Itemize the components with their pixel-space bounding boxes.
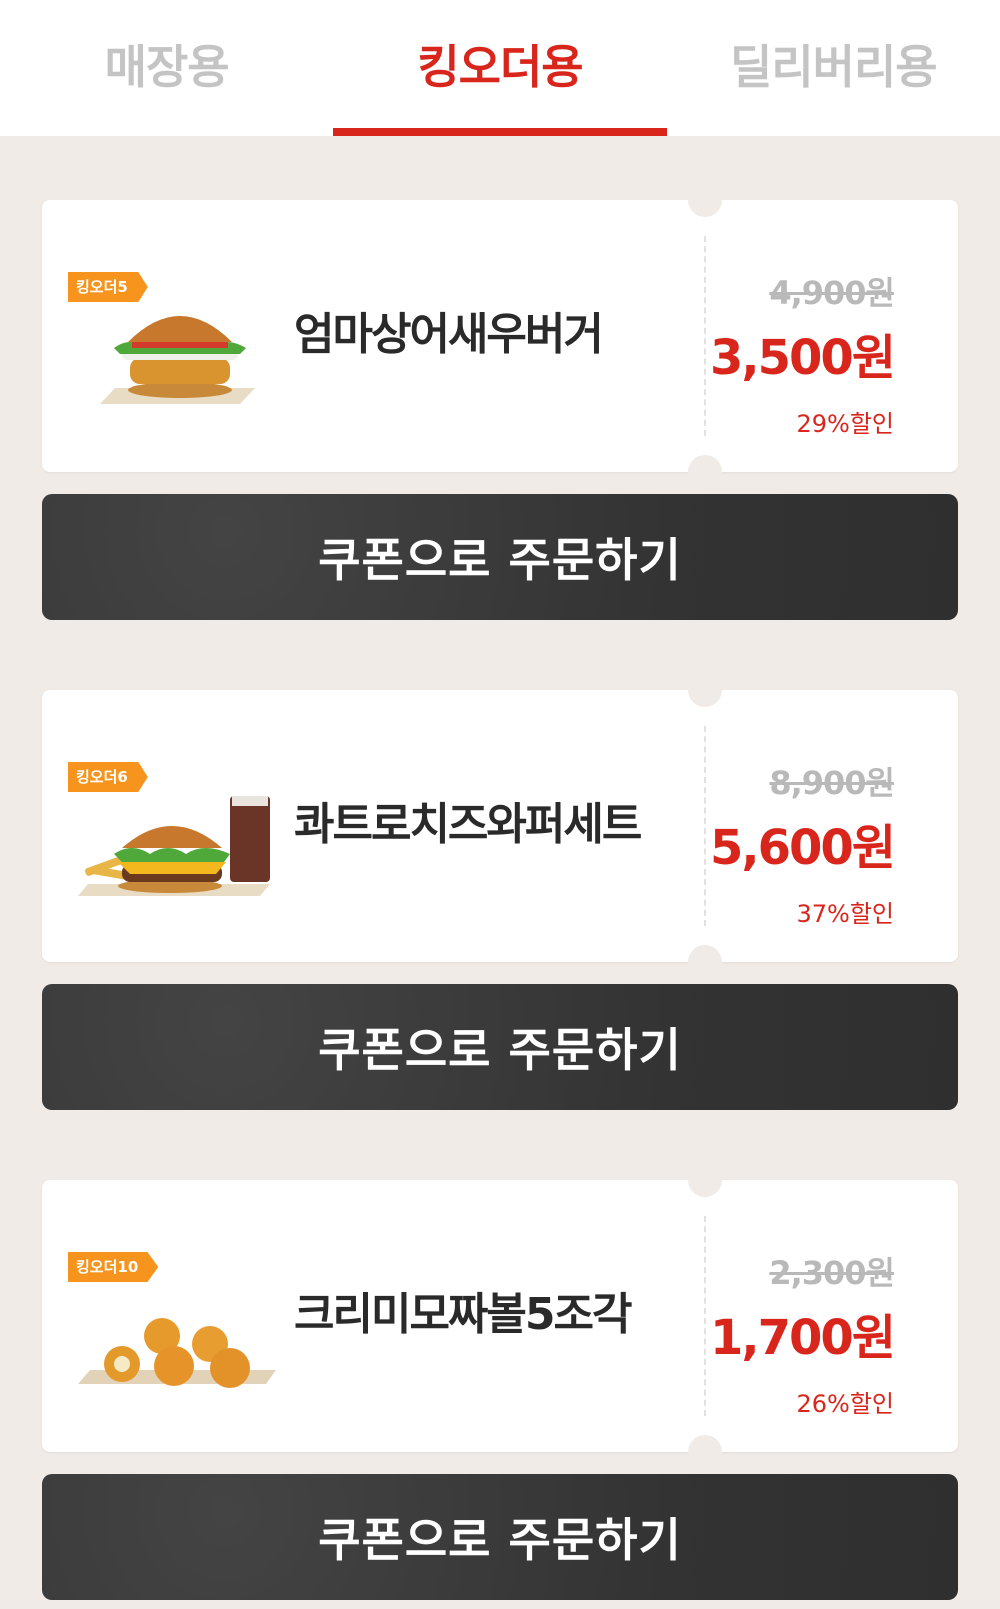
- tab-king-order[interactable]: 킹오더용: [333, 0, 667, 136]
- discount-label: 37%할인: [796, 900, 894, 928]
- coupon-card: 킹오더6 콰트로치즈와퍼세트 8,900원 5,600원 37%할인 쿠폰으로 …: [42, 673, 958, 1110]
- ticket-notch: [688, 1435, 722, 1469]
- price-block: 2,300원 1,700원 26%할인: [710, 1248, 896, 1419]
- perforation-line: [704, 1216, 706, 1416]
- order-with-coupon-button[interactable]: 쿠폰으로 주문하기: [42, 984, 958, 1110]
- discount-label: 29%할인: [796, 410, 894, 438]
- coupon-ticket: 킹오더10 크리미모짜볼5조각 2,300원 1,700원 26%할인: [42, 1163, 958, 1469]
- tab-delivery[interactable]: 딜리버리용: [667, 0, 1000, 136]
- ticket-notch: [688, 1163, 722, 1197]
- original-price: 2,300원: [769, 1254, 895, 1292]
- coupon-badge: 킹오더6: [68, 762, 148, 792]
- tab-bar: 매장용 킹오더용 딜리버리용: [0, 0, 1000, 136]
- burger-set-icon: [78, 796, 270, 896]
- sale-price: 3,500원: [710, 330, 896, 386]
- product-name: 크리미모짜볼5조각: [294, 1289, 632, 1340]
- sale-price: 1,700원: [710, 1310, 896, 1366]
- original-price: 8,900원: [769, 764, 895, 802]
- tab-dine-in[interactable]: 매장용: [0, 0, 333, 136]
- coupon-ticket: 킹오더5 엄마상어새우버거 4,900원 3,500원 29%할인: [42, 183, 958, 489]
- product-name: 엄마상어새우버거: [294, 309, 604, 360]
- coupon-card: 킹오더5 엄마상어새우버거 4,900원 3,500원 29%할인 쿠폰으로 주…: [42, 183, 958, 620]
- price-block: 4,900원 3,500원 29%할인: [710, 268, 896, 439]
- ticket-notch: [688, 455, 722, 489]
- coupon-badge: 킹오더5: [68, 272, 148, 302]
- coupon-card: 킹오더10 크리미모짜볼5조각 2,300원 1,700원 26%할인 쿠폰으로…: [42, 1163, 958, 1600]
- ticket-notch: [688, 183, 722, 217]
- coupon-badge: 킹오더10: [68, 1252, 159, 1282]
- cheese-balls-icon: [78, 1318, 276, 1388]
- perforation-line: [704, 236, 706, 436]
- order-with-coupon-button[interactable]: 쿠폰으로 주문하기: [42, 1474, 958, 1600]
- ticket-notch: [688, 673, 722, 707]
- burger-icon: [100, 316, 255, 404]
- order-with-coupon-button[interactable]: 쿠폰으로 주문하기: [42, 494, 958, 620]
- sale-price: 5,600원: [710, 820, 896, 876]
- original-price: 4,900원: [769, 274, 895, 312]
- discount-label: 26%할인: [796, 1390, 894, 1418]
- perforation-line: [704, 726, 706, 926]
- product-name: 콰트로치즈와퍼세트: [294, 799, 642, 850]
- ticket-notch: [688, 945, 722, 979]
- price-block: 8,900원 5,600원 37%할인: [710, 758, 896, 929]
- coupon-ticket: 킹오더6 콰트로치즈와퍼세트 8,900원 5,600원 37%할인: [42, 673, 958, 979]
